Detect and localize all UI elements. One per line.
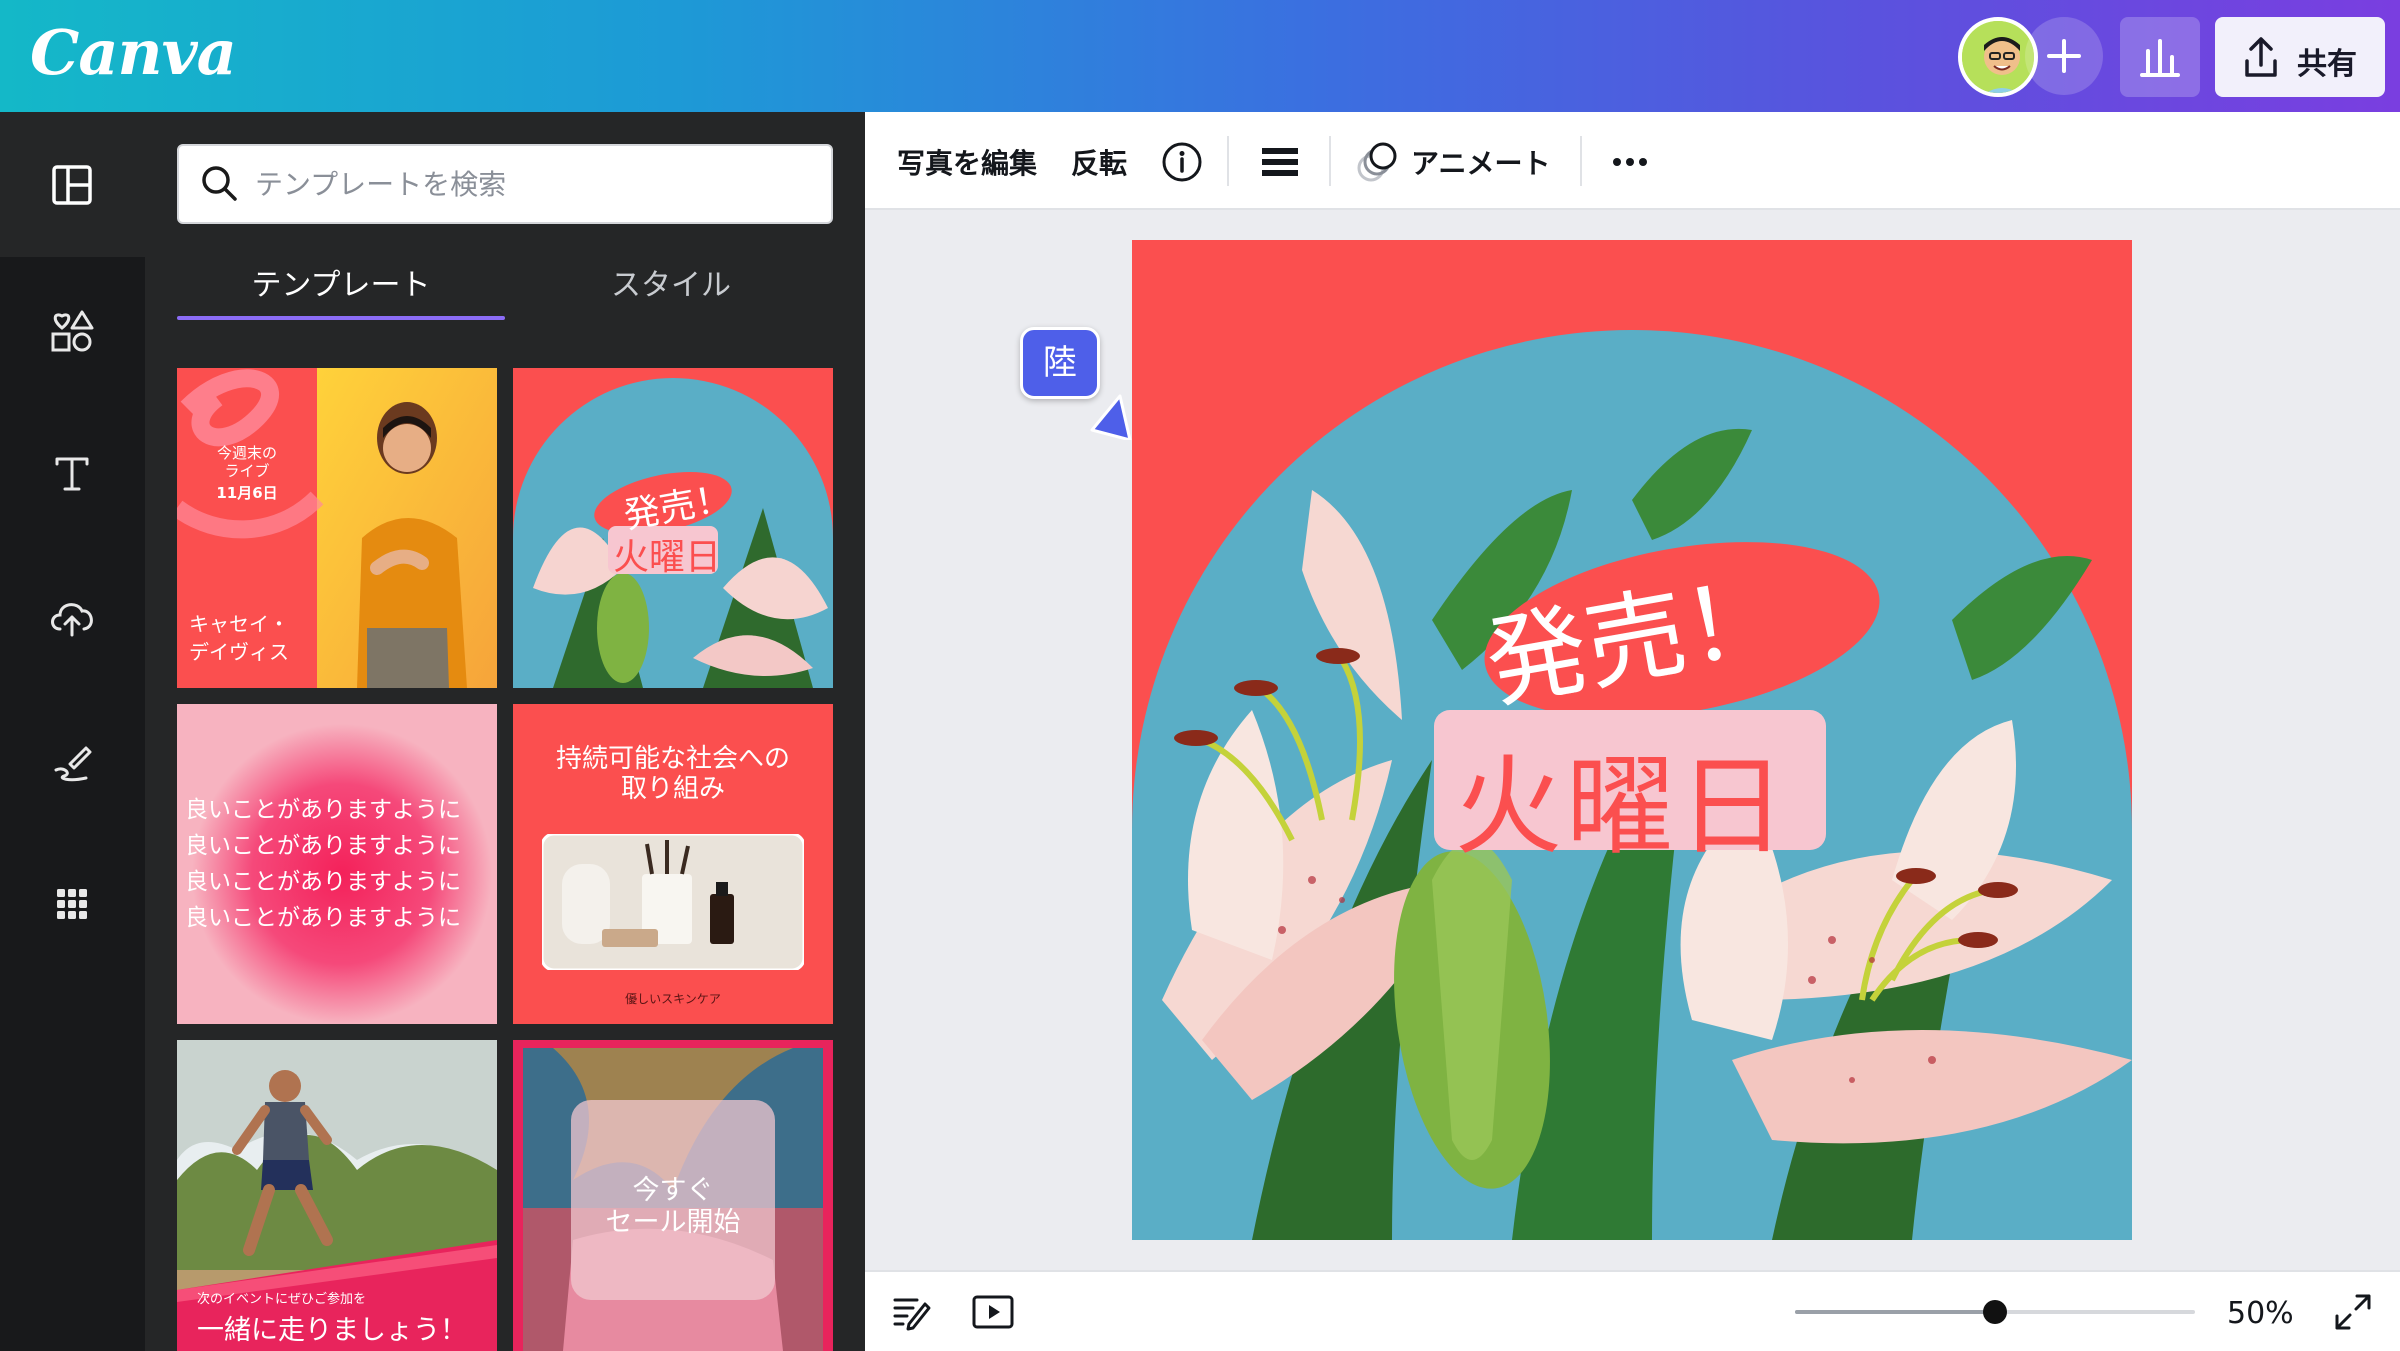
position-icon (1262, 148, 1298, 176)
toolbar-divider (1227, 136, 1229, 186)
headline-line2[interactable]: 火曜日 (1454, 720, 1790, 876)
toolbar-divider (1580, 136, 1582, 186)
draw-icon (54, 746, 92, 782)
template-card-sale-now[interactable]: 今すぐ セール開始 (513, 1040, 833, 1351)
live-date-text: 11月6日 (216, 484, 278, 502)
rail-templates-button[interactable] (42, 155, 102, 215)
text-icon (55, 457, 89, 491)
rail-elements-button[interactable] (42, 300, 102, 360)
animate-icon (1357, 142, 1397, 182)
apps-icon (57, 889, 87, 919)
template-card-run-together[interactable]: 次のイベントにぜひご参加を 一緒に走りましょう！ (177, 1040, 497, 1351)
template-search-box[interactable] (177, 144, 833, 224)
skincare-photo (542, 834, 804, 970)
notes-button[interactable] (887, 1288, 935, 1336)
good-luck-line-1: 良いことがありますように (185, 797, 461, 823)
animate-label: アニメート (1411, 147, 1551, 180)
live-mid-text: ライブ (224, 462, 270, 480)
rail-apps-button[interactable] (42, 874, 102, 934)
tab-styles[interactable]: スタイル (507, 260, 835, 312)
template-card-good-luck[interactable]: 良いことがありますように 良いことがありますように 良いことがありますように 良… (177, 704, 497, 1024)
rail-draw-button[interactable] (42, 730, 102, 790)
template-card-sustainable[interactable]: 持続可能な社会への 取り組み 優しいスキンケア (513, 704, 833, 1024)
collaborator-cursor-label: 陸 (1020, 327, 1100, 399)
add-collaborator-button[interactable] (2025, 17, 2103, 95)
zoom-slider-handle[interactable] (1983, 1300, 2007, 1324)
insights-icon (2140, 39, 2180, 77)
templates-panel: テンプレート スタイル 今週末の ライブ 11月6日 キャセイ・ デイヴィス (145, 112, 865, 1351)
collaborator-pointer-icon (1090, 394, 1132, 440)
live-top-text: 今週末の (216, 444, 277, 462)
rail-text-button[interactable] (42, 443, 102, 503)
animate-button[interactable]: アニメート (1355, 134, 1585, 188)
active-tab-indicator (177, 316, 505, 320)
fullscreen-button[interactable] (2329, 1288, 2377, 1336)
add-icon (2047, 39, 2081, 73)
side-rail (0, 112, 145, 1351)
context-toolbar: 写真を編集 反転 アニメート (865, 112, 2400, 210)
insights-button[interactable] (2120, 17, 2200, 97)
upload-icon (51, 603, 93, 637)
rail-uploads-button[interactable] (42, 587, 102, 647)
live-name2: デイヴィス (189, 640, 289, 664)
good-luck-line-3: 良いことがありますように (185, 869, 461, 895)
edit-photo-button[interactable]: 写真を編集 (897, 142, 1037, 182)
run-small-text: 次のイベントにぜひご参加を (197, 1292, 367, 1307)
more-icon (1613, 158, 1647, 166)
share-button[interactable]: 共有 (2215, 17, 2385, 97)
share-label: 共有 (2297, 47, 2357, 82)
top-bar: Canva 共有 (0, 0, 2400, 112)
notes-icon (893, 1298, 931, 1331)
sustainable-title-2: 取り組み (620, 774, 725, 804)
layout-icon (52, 165, 92, 205)
sale-line2: セール開始 (605, 1207, 741, 1238)
elements-icon (51, 310, 94, 352)
position-button[interactable] (1255, 137, 1305, 187)
present-icon (972, 1295, 1014, 1329)
good-luck-line-2: 良いことがありますように (185, 833, 461, 859)
design-artboard[interactable]: 発売！ 火曜日 (1132, 240, 2132, 1240)
toolbar-divider (1329, 136, 1331, 186)
upload-share-icon (2245, 37, 2277, 77)
lily-line2: 火曜日 (613, 537, 722, 578)
search-input[interactable] (255, 160, 815, 208)
skincare-caption: 優しいスキンケア (625, 992, 721, 1006)
live-name1: キャセイ・ (189, 612, 289, 636)
bottom-bar: 50% (865, 1270, 2400, 1351)
run-big-text: 一緒に走りましょう！ (197, 1315, 467, 1346)
good-luck-line-4: 良いことがありますように (185, 905, 461, 931)
fullscreen-icon (2335, 1294, 2371, 1330)
info-icon (1162, 142, 1202, 182)
template-card-live-event[interactable]: 今週末の ライブ 11月6日 キャセイ・ デイヴィス (177, 368, 497, 688)
flip-button[interactable]: 反転 (1071, 142, 1127, 182)
zoom-level[interactable]: 50% (2227, 1296, 2294, 1331)
more-button[interactable] (1605, 137, 1655, 187)
zoom-slider-fill (1795, 1310, 1995, 1314)
template-card-lily-sale[interactable]: 発売！ 火曜日 (513, 368, 833, 688)
tab-templates[interactable]: テンプレート (177, 260, 505, 312)
canva-logo[interactable]: Canva (30, 16, 237, 89)
search-icon (202, 166, 237, 201)
present-button[interactable] (969, 1288, 1017, 1336)
info-button[interactable] (1157, 137, 1207, 187)
